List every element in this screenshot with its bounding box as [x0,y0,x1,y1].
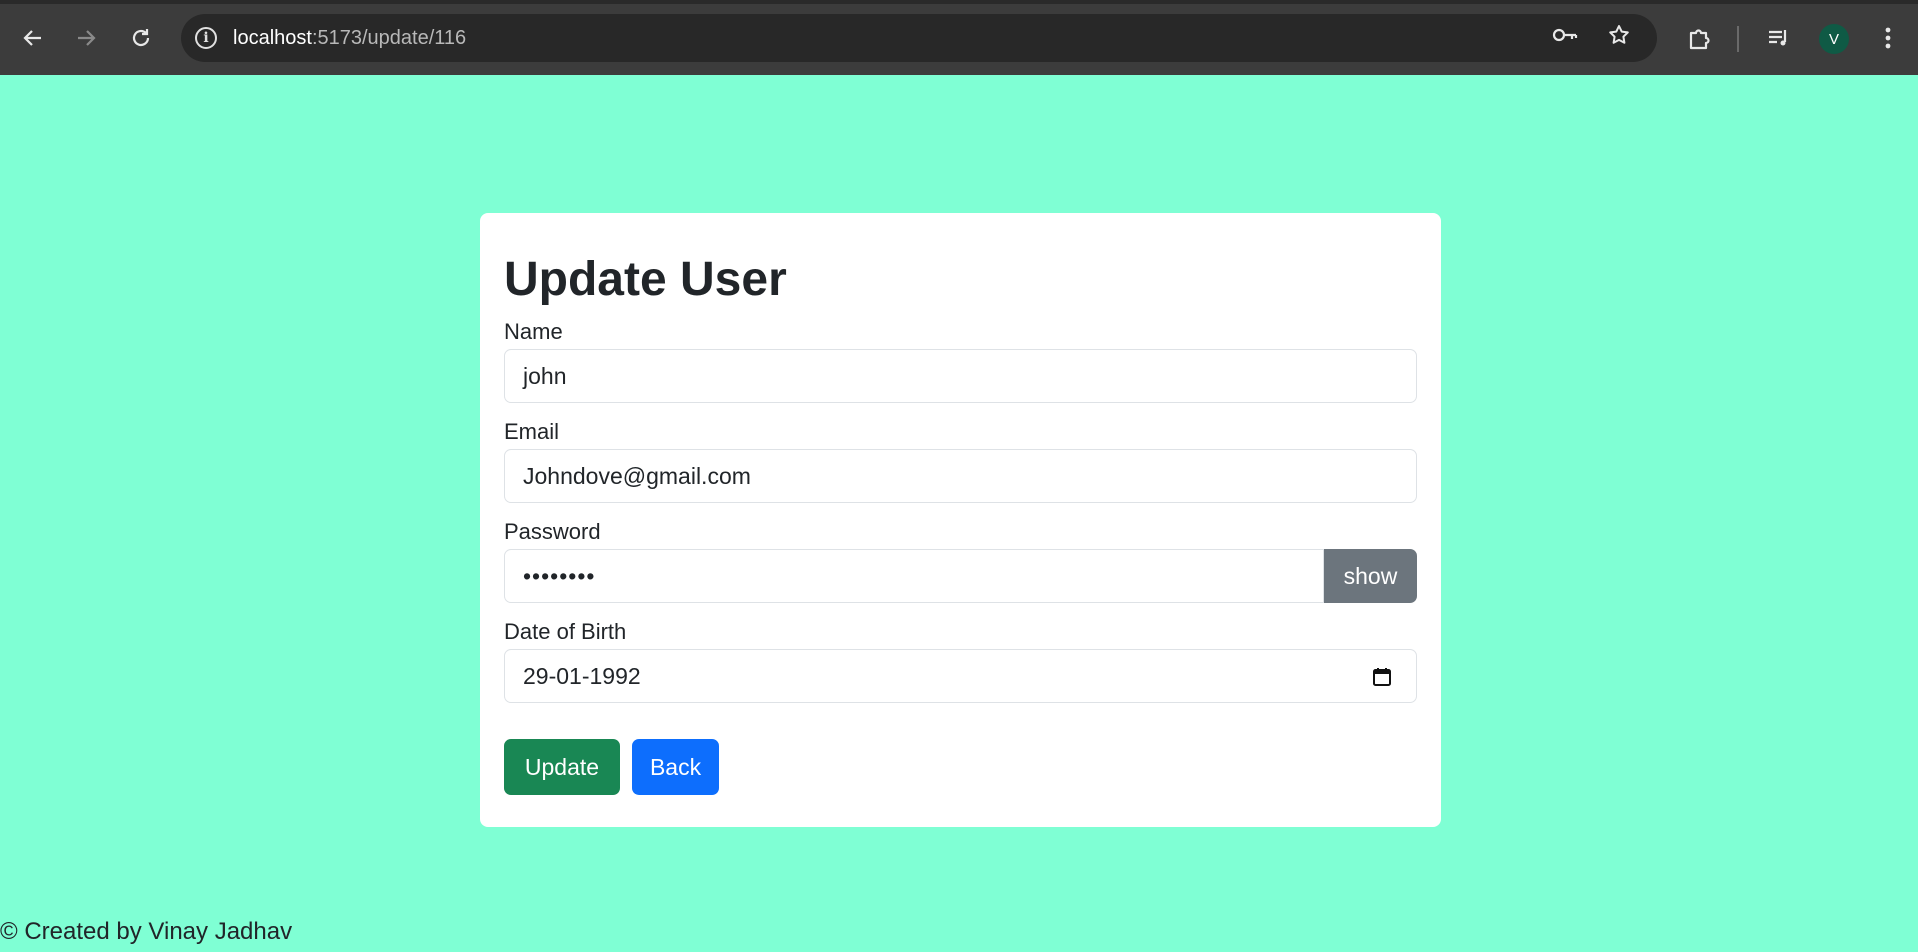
avatar-letter: V [1828,30,1839,48]
password-input-group: •••••••• show [504,549,1417,603]
password-field-group: Password •••••••• show [504,517,1417,603]
reload-icon[interactable] [121,18,161,58]
extensions-icon[interactable] [1680,18,1720,58]
key-icon[interactable] [1551,23,1579,53]
url-path: :5173/update/116 [311,26,467,49]
name-input[interactable]: john [504,349,1417,403]
site-info-icon[interactable]: i [195,27,217,49]
media-icon[interactable] [1759,18,1799,58]
back-button[interactable]: Back [632,739,719,795]
omnibox-actions [1551,23,1631,53]
avatar[interactable]: V [1819,24,1849,54]
name-label: Name [504,319,563,344]
tab-strip-edge [0,0,1918,4]
menu-icon[interactable] [1868,18,1908,58]
form-actions: Update Back [504,739,1417,795]
page-title: Update User [504,253,787,306]
name-field-group: Name john [504,317,1417,403]
email-label: Email [504,419,560,444]
password-label: Password [504,519,601,544]
dob-label: Date of Birth [504,619,627,644]
dob-input[interactable]: 29-01-1992 [504,649,1417,703]
show-password-button[interactable]: show [1324,549,1417,603]
password-input[interactable]: •••••••• [504,549,1324,603]
calendar-icon[interactable] [1372,666,1392,686]
dob-field-group: Date of Birth 29-01-1992 [504,617,1417,703]
forward-icon[interactable] [66,18,106,58]
browser-toolbar: i localhost:5173/update/116 V [0,0,1918,75]
footer-credit: © Created by Vinay Jadhav [0,918,293,945]
email-field-group: Email Johndove@gmail.com [504,417,1417,503]
update-button[interactable]: Update [504,739,620,795]
address-bar[interactable]: i localhost:5173/update/116 [181,14,1657,62]
dob-value: 29-01-1992 [523,662,641,689]
email-input[interactable]: Johndove@gmail.com [504,449,1417,503]
url-text[interactable]: localhost:5173/update/116 [233,27,466,50]
star-icon[interactable] [1607,23,1631,53]
url-host: localhost [233,26,312,49]
update-user-card: Update User Name john Email Johndove@gma… [480,213,1441,827]
toolbar-separator [1737,26,1739,52]
back-icon[interactable] [13,18,53,58]
